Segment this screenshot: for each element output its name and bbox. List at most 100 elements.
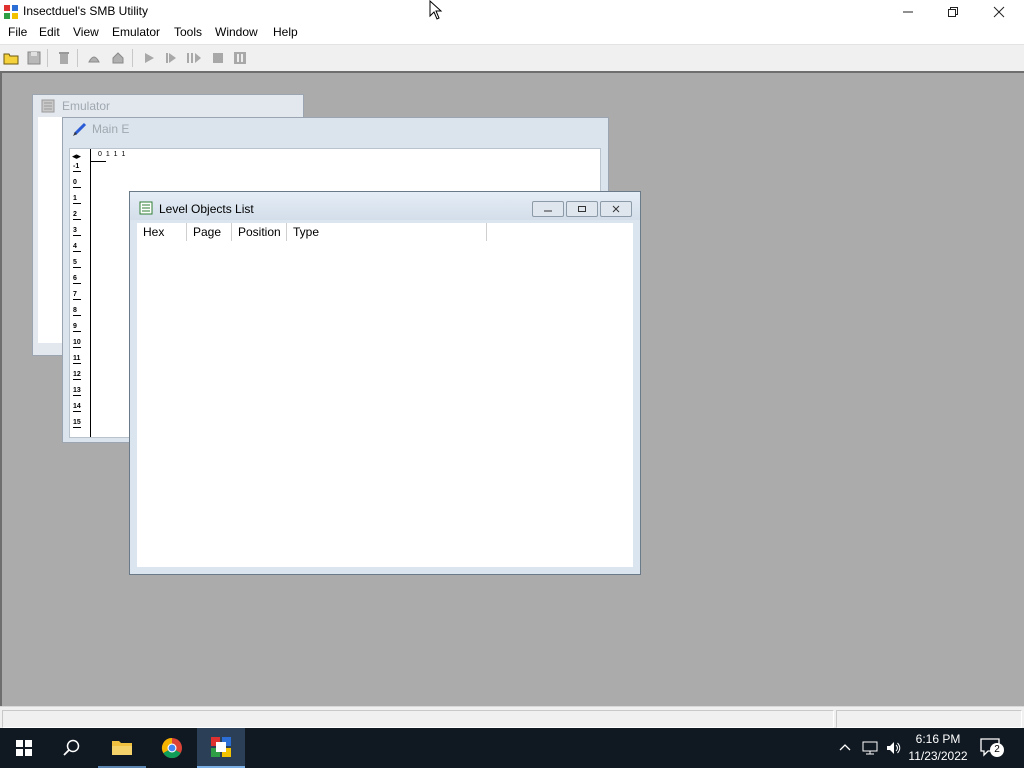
child-close-button[interactable]: [600, 201, 632, 217]
trash-icon: [59, 52, 69, 64]
open-folder-icon: [3, 53, 19, 65]
toolbar: [0, 44, 1024, 72]
emulator-title: Emulator: [62, 99, 111, 113]
ruler-row-label: 1: [73, 195, 81, 204]
row-ruler: ◂▸ -1 0 1 2 3 4 5 6 7 8 9 10 11 12 13 14 15: [70, 149, 91, 437]
column-header-position[interactable]: Position: [232, 223, 287, 241]
menu-bar: File Edit View Emulator Tools Window Hel…: [0, 24, 1024, 43]
play-icon: [145, 53, 154, 63]
minimize-button[interactable]: [885, 0, 931, 24]
pencil-icon: [73, 122, 87, 136]
menu-tools[interactable]: Tools: [174, 25, 202, 39]
smb-utility-taskbar-button[interactable]: [197, 728, 245, 768]
frame-advance-icon: [187, 53, 201, 63]
start-button[interactable]: [0, 728, 48, 768]
open-button[interactable]: [1, 48, 21, 68]
main-editor-title: Main E: [92, 122, 130, 136]
mdi-workspace: Emulator Main E ◂▸ -1 0 1 2 3 4 5 6 7 8 9 10 11 12 13 1…: [0, 71, 1024, 706]
network-icon: [862, 741, 878, 755]
main-editor-caption: Main E: [63, 118, 608, 140]
minimize-icon: [903, 11, 913, 13]
minimize-icon: [544, 210, 552, 212]
smb-utility-icon: [211, 737, 231, 757]
restore-icon: [948, 7, 958, 17]
status-bar: [0, 706, 1024, 729]
status-pane-main: [2, 710, 834, 728]
clock-time: 6:16 PM: [915, 732, 961, 746]
app-title: Insectduel's SMB Utility: [23, 4, 148, 18]
list-header: Hex Page Position Type: [137, 223, 633, 242]
menu-emulator[interactable]: Emulator: [112, 25, 160, 39]
frame-advance-button[interactable]: [184, 48, 204, 68]
emulator-icon: [41, 99, 55, 113]
ruler-row-label: 2: [73, 211, 81, 220]
house-icon: [112, 52, 124, 64]
folder-icon: [112, 741, 132, 755]
ruler-row-label: 5: [73, 259, 81, 268]
dome-icon: [88, 56, 100, 63]
ruler-row-label: 6: [73, 275, 81, 284]
menu-window[interactable]: Window: [215, 25, 258, 39]
ruler-row-label: 9: [73, 323, 81, 332]
stop-icon: [213, 53, 223, 63]
menu-file[interactable]: File: [8, 25, 27, 39]
child-minimize-button[interactable]: [532, 201, 564, 217]
windows-logo-icon: [16, 740, 32, 756]
close-icon: [993, 6, 1005, 18]
list-body[interactable]: [137, 241, 633, 567]
mouse-cursor-icon: [429, 0, 443, 20]
ruler-row-label: 14: [73, 403, 81, 412]
menu-view[interactable]: View: [73, 25, 99, 39]
search-icon: [63, 739, 80, 756]
column-header-type[interactable]: Type: [287, 223, 487, 241]
notification-count-badge: 2: [990, 743, 1004, 757]
ruler-row-label: 7: [73, 291, 81, 300]
maximize-icon: [578, 206, 586, 212]
step-icon: [166, 53, 176, 63]
restore-button[interactable]: [930, 0, 976, 24]
show-hidden-icons-button[interactable]: [838, 740, 852, 757]
play-button[interactable]: [139, 48, 159, 68]
network-button[interactable]: [862, 740, 878, 759]
level-objects-list-title: Level Objects List: [159, 202, 254, 216]
delete-button[interactable]: [54, 48, 74, 68]
taskbar: 6:16 PM 11/23/2022 2: [0, 728, 1024, 768]
notifications-button[interactable]: 2: [980, 737, 1004, 759]
ruler-row-label: 13: [73, 387, 81, 396]
level-objects-list-window[interactable]: Level Objects List Hex Page Position Typ…: [129, 191, 641, 575]
chrome-button[interactable]: [148, 728, 196, 768]
menu-edit[interactable]: Edit: [39, 25, 60, 39]
column-header-page[interactable]: Page: [187, 223, 232, 241]
tool-button-1[interactable]: [84, 48, 104, 68]
taskbar-clock[interactable]: 6:16 PM 11/23/2022: [898, 731, 978, 765]
column-header-hex[interactable]: Hex: [137, 223, 187, 241]
tool-button-2[interactable]: [108, 48, 128, 68]
ruler-row-label: 12: [73, 371, 81, 380]
step-button[interactable]: [161, 48, 181, 68]
ruler-row-label: 8: [73, 307, 81, 316]
pause-button[interactable]: [230, 48, 250, 68]
chevron-up-icon: [839, 744, 851, 751]
save-button[interactable]: [24, 48, 44, 68]
close-icon: [612, 205, 620, 213]
close-button[interactable]: [976, 0, 1022, 24]
chrome-icon: [161, 737, 182, 759]
menu-help[interactable]: Help: [273, 25, 298, 39]
save-icon: [27, 51, 41, 65]
ruler-arrows-icon: ◂▸: [72, 151, 82, 161]
search-button[interactable]: [48, 728, 96, 768]
child-maximize-button[interactable]: [566, 201, 598, 217]
emulator-caption: Emulator: [33, 95, 303, 117]
ruler-row-label: 10: [73, 339, 81, 348]
ruler-row-label: 3: [73, 227, 81, 236]
level-objects-list-caption: Level Objects List: [130, 192, 640, 220]
ruler-row-label: 4: [73, 243, 81, 252]
file-explorer-button[interactable]: [98, 728, 146, 768]
list-icon: [139, 201, 153, 215]
clock-date: 11/23/2022: [908, 749, 968, 763]
ruler-row-label: 15: [73, 419, 81, 428]
ruler-row-label: -1: [73, 163, 81, 172]
stop-button[interactable]: [208, 48, 228, 68]
ruler-row-label: 0: [73, 179, 81, 188]
app-icon: [4, 5, 18, 19]
